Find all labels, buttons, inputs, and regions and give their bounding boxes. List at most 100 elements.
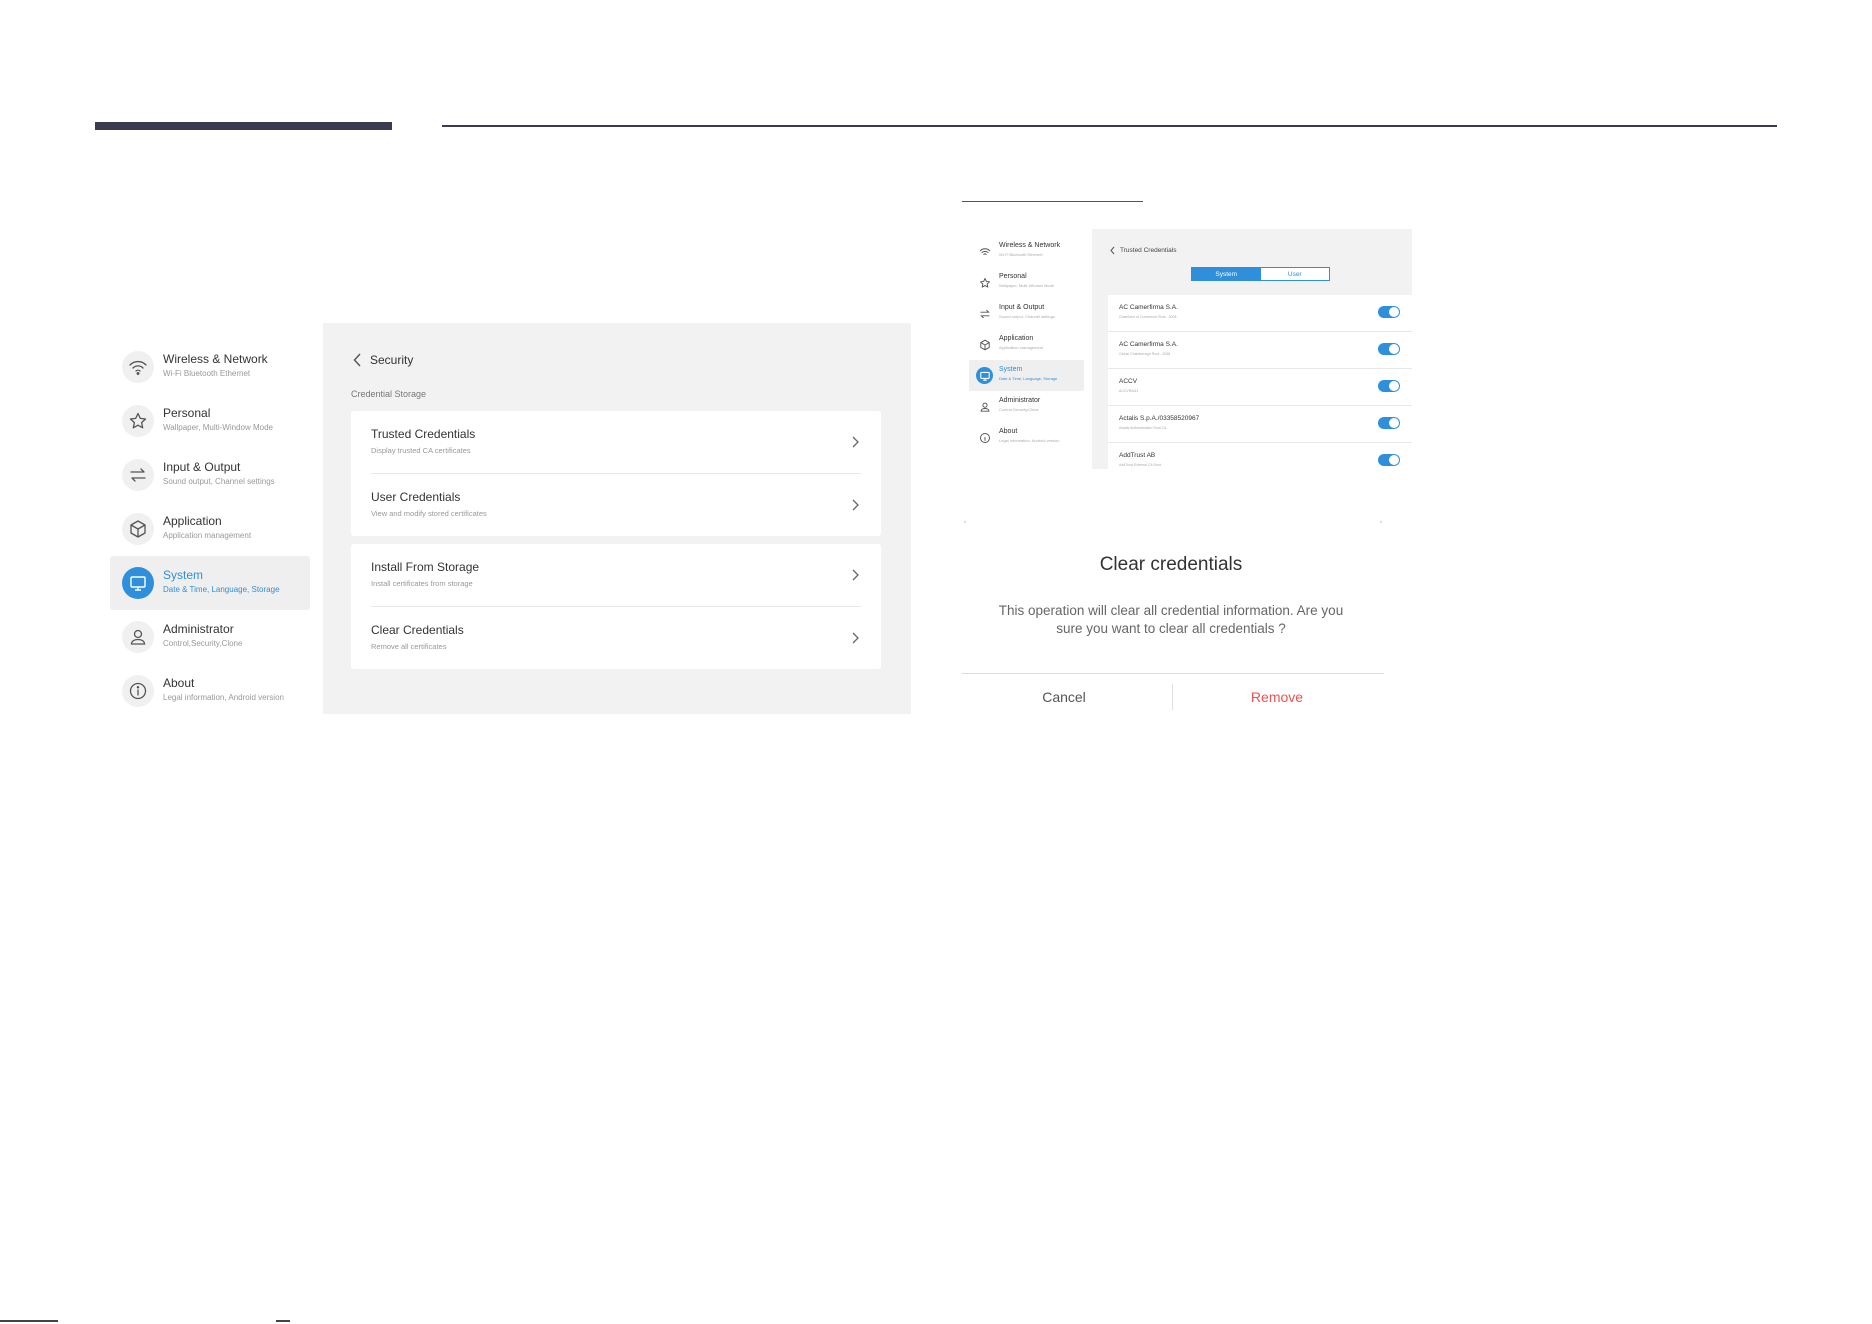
row-title: Trusted Credentials	[371, 427, 476, 441]
chevron-right-icon	[852, 499, 859, 511]
mini-sidebar-subtitle: Legal information, Android version	[999, 438, 1060, 443]
mini-sidebar-item-system[interactable]: System Date & Time, Language, Storage	[969, 360, 1084, 391]
mini-sidebar-item-about[interactable]: About Legal information, Android version	[969, 422, 1084, 453]
header-rule	[442, 125, 1777, 127]
sidebar-item-subtitle: Sound output, Channel settings	[163, 477, 275, 486]
section-label: Credential Storage	[351, 389, 427, 399]
sidebar-item-title: Wireless & Network	[163, 352, 268, 366]
sidebar-item-title: System	[163, 568, 204, 582]
install-from-storage-row[interactable]: Install From Storage Install certificate…	[351, 544, 881, 606]
mini-sidebar-item-wireless-network[interactable]: Wireless & Network Wi-Fi Bluetooth Ether…	[969, 236, 1084, 267]
clear-credentials-row[interactable]: Clear Credentials Remove all certificate…	[371, 606, 861, 669]
sidebar-item-wireless-network[interactable]: Wireless & Network Wi-Fi Bluetooth Ether…	[110, 340, 310, 394]
tab-user[interactable]: User	[1261, 268, 1330, 280]
star-icon	[976, 274, 993, 291]
row-subtitle: Display trusted CA certificates	[371, 446, 471, 455]
chevron-left-icon	[353, 353, 361, 367]
screenshot-caption-rule	[962, 201, 1143, 202]
swap-arrows-icon	[976, 305, 993, 322]
mini-sidebar-item-input-output[interactable]: Input & Output Sound output, Channel set…	[969, 298, 1084, 329]
sidebar-item-title: Administrator	[163, 622, 234, 636]
wifi-icon	[122, 351, 154, 383]
chevron-left-icon	[1110, 246, 1115, 255]
divider-dot	[1380, 521, 1382, 523]
mini-back-button[interactable]: Trusted Credentials	[1110, 246, 1176, 255]
credential-toggle[interactable]	[1378, 306, 1400, 318]
sidebar-item-application[interactable]: Application Application management	[110, 502, 310, 556]
mini-sidebar-title: Personal	[999, 273, 1027, 280]
chevron-right-icon	[852, 569, 859, 581]
info-icon	[976, 429, 993, 446]
credential-item: ACCV ACCVRAIZ1	[1108, 369, 1412, 406]
mini-settings-sidebar: Wireless & Network Wi-Fi Bluetooth Ether…	[969, 236, 1084, 453]
credential-item: AC Camerfirma S.A. Chambers of Commerce …	[1108, 295, 1412, 332]
mini-sidebar-title: Wireless & Network	[999, 242, 1061, 249]
dialog-button-separator	[1172, 684, 1173, 710]
sidebar-item-administrator[interactable]: Administrator Control,Security,Clone	[110, 610, 310, 664]
sidebar-item-input-output[interactable]: Input & Output Sound output, Channel set…	[110, 448, 310, 502]
swap-arrows-icon	[122, 459, 154, 491]
credential-name: ACCV	[1119, 378, 1138, 385]
star-icon	[122, 405, 154, 437]
footer-mark	[276, 1320, 290, 1322]
wifi-icon	[976, 243, 993, 260]
sidebar-item-personal[interactable]: Personal Wallpaper, Multi-Window Mode	[110, 394, 310, 448]
user-icon	[122, 621, 154, 653]
mini-sidebar-item-personal[interactable]: Personal Wallpaper, Multi-Window Mode	[969, 267, 1084, 298]
info-icon	[122, 675, 154, 707]
sidebar-item-title: Input & Output	[163, 460, 241, 474]
credential-subtitle: Global Chambersign Root - 2008	[1119, 352, 1171, 356]
header-accent-bar	[95, 122, 392, 130]
mini-sidebar-item-administrator[interactable]: Administrator Control,Security,Clone	[969, 391, 1084, 422]
sidebar-item-subtitle: Application management	[163, 531, 252, 540]
trusted-credentials-page: Trusted Credentials System User AC Camer…	[1092, 229, 1412, 469]
sidebar-item-title: About	[163, 676, 195, 690]
credential-list: AC Camerfirma S.A. Chambers of Commerce …	[1108, 295, 1412, 469]
divider-dot	[964, 521, 966, 523]
chevron-right-icon	[852, 436, 859, 448]
user-credentials-row[interactable]: User Credentials View and modify stored …	[371, 473, 861, 536]
chevron-right-icon	[852, 632, 859, 644]
sidebar-item-title: Personal	[163, 406, 211, 420]
mini-page-title: Trusted Credentials	[1120, 247, 1177, 254]
mini-sidebar-item-application[interactable]: Application Application management	[969, 329, 1084, 360]
credential-subtitle: ACCVRAIZ1	[1119, 389, 1139, 393]
settings-sidebar: Wireless & Network Wi-Fi Bluetooth Ether…	[110, 340, 310, 718]
security-page: Security Credential Storage Trusted Cred…	[323, 323, 911, 714]
mini-sidebar-title: System	[999, 366, 1023, 373]
credential-card-2: Install From Storage Install certificate…	[351, 544, 881, 669]
row-title: Install From Storage	[371, 560, 480, 574]
mini-sidebar-subtitle: Wallpaper, Multi-Window Mode	[999, 283, 1054, 288]
trusted-credentials-row[interactable]: Trusted Credentials Display trusted CA c…	[351, 411, 881, 473]
sidebar-item-about[interactable]: About Legal information, Android version	[110, 664, 310, 718]
credential-item: AddTrust AB AddTrust External CA Root	[1108, 443, 1412, 469]
sidebar-item-system[interactable]: System Date & Time, Language, Storage	[110, 556, 310, 610]
sidebar-item-title: Application	[163, 514, 222, 528]
mini-sidebar-subtitle: Wi-Fi Bluetooth Ethernet	[999, 252, 1043, 257]
row-subtitle: Remove all certificates	[371, 642, 447, 651]
credential-name: AC Camerfirma S.A.	[1119, 304, 1178, 311]
credential-name: Actalis S.p.A./03358520967	[1119, 415, 1200, 422]
footer-mark	[0, 1320, 58, 1322]
back-button[interactable]: Security	[353, 353, 413, 367]
row-title: Clear Credentials	[371, 623, 464, 637]
row-subtitle: Install certificates from storage	[371, 579, 473, 588]
tab-system[interactable]: System	[1192, 268, 1261, 280]
credential-toggle[interactable]	[1378, 417, 1400, 429]
sidebar-item-subtitle: Wallpaper, Multi-Window Mode	[163, 423, 273, 432]
cancel-button[interactable]: Cancel	[964, 689, 1164, 705]
cube-icon	[122, 513, 154, 545]
dialog-message: This operation will clear all credential…	[998, 603, 1344, 636]
credential-subtitle: AddTrust External CA Root	[1119, 463, 1161, 467]
dialog-divider	[962, 673, 1384, 674]
credential-card-1: Trusted Credentials Display trusted CA c…	[351, 411, 881, 536]
page-title: Security	[370, 353, 414, 367]
credential-name: AC Camerfirma S.A.	[1119, 341, 1178, 348]
row-subtitle: View and modify stored certificates	[371, 509, 487, 518]
row-title: User Credentials	[371, 490, 461, 504]
mini-sidebar-subtitle: Control,Security,Clone	[999, 407, 1039, 412]
credential-toggle[interactable]	[1378, 380, 1400, 392]
credential-toggle[interactable]	[1378, 454, 1400, 466]
credential-toggle[interactable]	[1378, 343, 1400, 355]
remove-button[interactable]: Remove	[1177, 689, 1377, 705]
